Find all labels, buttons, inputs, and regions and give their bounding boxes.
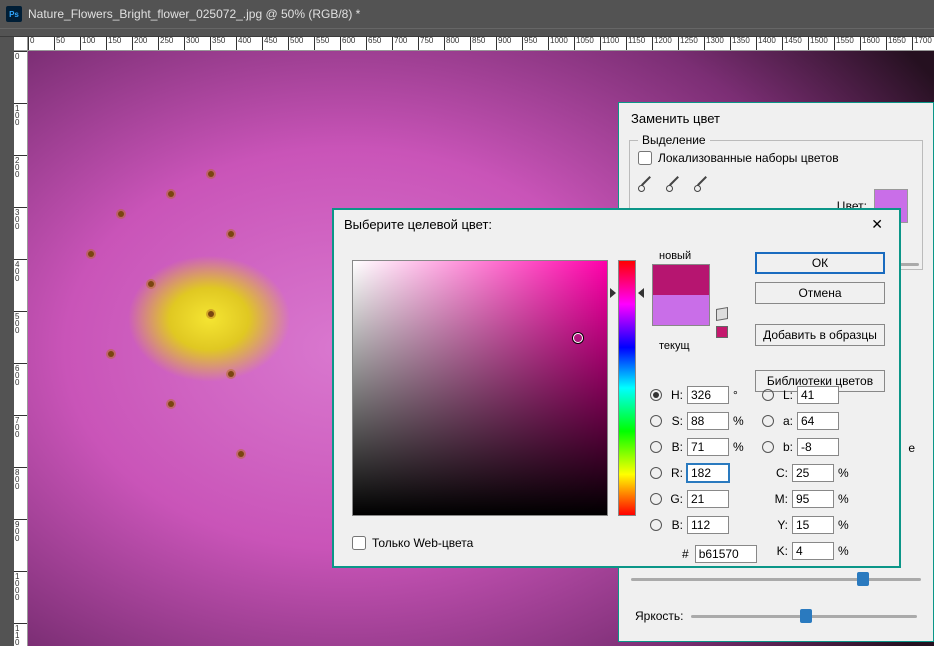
color-value-fields: H: ° L: S: % a: xyxy=(650,382,887,564)
ruler-horizontal[interactable]: 0501001502002503003504004505005506006507… xyxy=(28,37,934,51)
hue-indicator-left[interactable] xyxy=(610,288,616,298)
b-rgb-field[interactable] xyxy=(687,516,729,534)
document-titlebar: Ps Nature_Flowers_Bright_flower_025072_.… xyxy=(0,0,934,28)
cancel-button[interactable]: Отмена xyxy=(755,282,885,304)
localized-clusters-input[interactable] xyxy=(638,151,652,165)
radio-b-lab[interactable] xyxy=(762,441,774,453)
gamut-safe-swatch[interactable] xyxy=(716,326,728,338)
document-title: Nature_Flowers_Bright_flower_025072_.jpg… xyxy=(28,7,360,21)
ok-button[interactable]: ОК xyxy=(755,252,885,274)
s-field[interactable] xyxy=(687,412,729,430)
photoshop-icon: Ps xyxy=(6,6,22,22)
hex-label: # xyxy=(682,547,689,561)
r-field[interactable] xyxy=(687,464,729,482)
replacement-e-label: е xyxy=(908,441,915,455)
hue-indicator-right[interactable] xyxy=(638,288,644,298)
eyedropper-minus-icon[interactable] xyxy=(694,173,712,191)
eyedropper-plus-icon[interactable] xyxy=(666,173,684,191)
add-to-swatches-button[interactable]: Добавить в образцы xyxy=(755,324,885,346)
brightness-label: Яркость: xyxy=(635,609,683,623)
tab-divider xyxy=(0,28,934,37)
eyedropper-icon[interactable] xyxy=(638,173,656,191)
a-field[interactable] xyxy=(797,412,839,430)
preview-current-color xyxy=(653,295,709,325)
localized-clusters-label: Локализованные наборы цветов xyxy=(658,151,839,165)
button-column: ОК Отмена Добавить в образцы Библиотеки … xyxy=(755,252,885,392)
h-field[interactable] xyxy=(687,386,729,404)
ruler-vertical[interactable]: 010020030040050060070080090010001100 xyxy=(14,51,28,646)
eyedropper-group xyxy=(638,173,914,191)
y-field[interactable] xyxy=(792,516,834,534)
left-toolbar xyxy=(0,37,14,646)
radio-b-rgb[interactable] xyxy=(650,519,662,531)
preview-new-color xyxy=(653,265,709,295)
color-picker-title: Выберите целевой цвет: xyxy=(344,217,492,232)
brightness-slider[interactable] xyxy=(691,615,917,618)
radio-l[interactable] xyxy=(762,389,774,401)
slider-thumb[interactable] xyxy=(857,572,869,586)
c-field[interactable] xyxy=(792,464,834,482)
replacement-slider-1[interactable] xyxy=(631,578,921,581)
radio-h[interactable] xyxy=(650,389,662,401)
l-field[interactable] xyxy=(797,386,839,404)
k-field[interactable] xyxy=(792,542,834,560)
color-preview[interactable] xyxy=(652,264,710,326)
replace-color-title: Заменить цвет xyxy=(619,103,933,134)
g-field[interactable] xyxy=(687,490,729,508)
web-only-label: Только Web-цвета xyxy=(372,536,473,550)
saturation-value-field[interactable] xyxy=(352,260,608,516)
selection-legend: Выделение xyxy=(638,133,710,147)
new-color-label: новый xyxy=(659,250,691,262)
localized-clusters-checkbox[interactable]: Локализованные наборы цветов xyxy=(638,151,914,165)
ruler-origin[interactable] xyxy=(14,37,28,51)
color-picker-titlebar[interactable]: Выберите целевой цвет: ✕ xyxy=(334,210,899,238)
web-only-checkbox[interactable]: Только Web-цвета xyxy=(352,536,473,550)
slider-thumb[interactable] xyxy=(800,609,812,623)
radio-r[interactable] xyxy=(650,467,662,479)
hue-slider[interactable] xyxy=(618,260,636,516)
sv-cursor[interactable] xyxy=(573,333,583,343)
radio-g[interactable] xyxy=(650,493,662,505)
current-color-label: текущ xyxy=(659,340,690,352)
b-hsb-field[interactable] xyxy=(687,438,729,456)
radio-b-hsb[interactable] xyxy=(650,441,662,453)
web-only-input[interactable] xyxy=(352,536,366,550)
radio-a[interactable] xyxy=(762,415,774,427)
b-lab-field[interactable] xyxy=(797,438,839,456)
m-field[interactable] xyxy=(792,490,834,508)
hex-field[interactable] xyxy=(695,545,757,563)
gamut-warning-icon[interactable] xyxy=(716,308,730,322)
close-icon[interactable]: ✕ xyxy=(865,214,889,235)
radio-s[interactable] xyxy=(650,415,662,427)
color-picker-dialog[interactable]: Выберите целевой цвет: ✕ новый текущ ОК … xyxy=(333,209,900,567)
